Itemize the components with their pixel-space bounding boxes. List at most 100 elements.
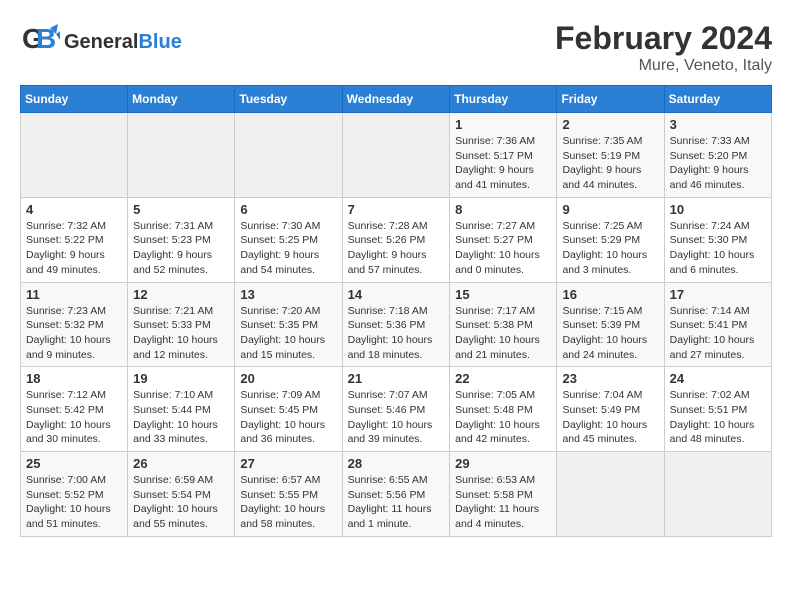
day-info: Sunrise: 7:21 AM Sunset: 5:33 PM Dayligh… bbox=[133, 304, 229, 363]
day-info: Sunrise: 7:15 AM Sunset: 5:39 PM Dayligh… bbox=[562, 304, 658, 363]
day-number: 20 bbox=[240, 371, 336, 386]
day-info: Sunrise: 7:18 AM Sunset: 5:36 PM Dayligh… bbox=[348, 304, 445, 363]
weekday-header-saturday: Saturday bbox=[664, 86, 771, 113]
day-info: Sunrise: 7:05 AM Sunset: 5:48 PM Dayligh… bbox=[455, 388, 551, 447]
day-number: 21 bbox=[348, 371, 445, 386]
calendar-cell bbox=[342, 113, 450, 198]
day-number: 6 bbox=[240, 202, 336, 217]
day-info: Sunrise: 6:55 AM Sunset: 5:56 PM Dayligh… bbox=[348, 473, 445, 532]
weekday-header-wednesday: Wednesday bbox=[342, 86, 450, 113]
day-number: 16 bbox=[562, 287, 658, 302]
day-info: Sunrise: 7:24 AM Sunset: 5:30 PM Dayligh… bbox=[670, 219, 766, 278]
calendar-cell: 11 Sunrise: 7:23 AM Sunset: 5:32 PM Dayli… bbox=[21, 282, 128, 367]
day-number: 17 bbox=[670, 287, 766, 302]
calendar-cell bbox=[235, 113, 342, 198]
weekday-header-thursday: Thursday bbox=[450, 86, 557, 113]
day-number: 27 bbox=[240, 456, 336, 471]
day-info: Sunrise: 7:17 AM Sunset: 5:38 PM Dayligh… bbox=[455, 304, 551, 363]
calendar-cell: 14 Sunrise: 7:18 AM Sunset: 5:36 PM Dayli… bbox=[342, 282, 450, 367]
calendar-cell: 18 Sunrise: 7:12 AM Sunset: 5:42 PM Dayli… bbox=[21, 367, 128, 452]
day-info: Sunrise: 7:09 AM Sunset: 5:45 PM Dayligh… bbox=[240, 388, 336, 447]
calendar-cell: 6 Sunrise: 7:30 AM Sunset: 5:25 PM Daylig… bbox=[235, 197, 342, 282]
calendar-cell: 29 Sunrise: 6:53 AM Sunset: 5:58 PM Dayli… bbox=[450, 452, 557, 537]
day-number: 1 bbox=[455, 117, 551, 132]
logo-general: General bbox=[64, 31, 138, 54]
day-number: 4 bbox=[26, 202, 122, 217]
calendar-cell: 4 Sunrise: 7:32 AM Sunset: 5:22 PM Daylig… bbox=[21, 197, 128, 282]
calendar-week-3: 11 Sunrise: 7:23 AM Sunset: 5:32 PM Dayli… bbox=[21, 282, 772, 367]
calendar-cell: 28 Sunrise: 6:55 AM Sunset: 5:56 PM Dayli… bbox=[342, 452, 450, 537]
day-number: 7 bbox=[348, 202, 445, 217]
calendar-cell bbox=[664, 452, 771, 537]
calendar-cell: 21 Sunrise: 7:07 AM Sunset: 5:46 PM Dayli… bbox=[342, 367, 450, 452]
calendar-cell: 25 Sunrise: 7:00 AM Sunset: 5:52 PM Dayli… bbox=[21, 452, 128, 537]
calendar-cell bbox=[21, 113, 128, 198]
day-number: 2 bbox=[562, 117, 658, 132]
day-number: 5 bbox=[133, 202, 229, 217]
calendar-cell: 13 Sunrise: 7:20 AM Sunset: 5:35 PM Dayli… bbox=[235, 282, 342, 367]
day-info: Sunrise: 7:32 AM Sunset: 5:22 PM Dayligh… bbox=[26, 219, 122, 278]
calendar-table: SundayMondayTuesdayWednesdayThursdayFrid… bbox=[20, 85, 772, 537]
calendar-week-5: 25 Sunrise: 7:00 AM Sunset: 5:52 PM Dayli… bbox=[21, 452, 772, 537]
day-info: Sunrise: 7:35 AM Sunset: 5:19 PM Dayligh… bbox=[562, 134, 658, 193]
month-year: February 2024 bbox=[555, 20, 772, 57]
day-number: 11 bbox=[26, 287, 122, 302]
day-info: Sunrise: 7:02 AM Sunset: 5:51 PM Dayligh… bbox=[670, 388, 766, 447]
day-info: Sunrise: 7:12 AM Sunset: 5:42 PM Dayligh… bbox=[26, 388, 122, 447]
calendar-week-4: 18 Sunrise: 7:12 AM Sunset: 5:42 PM Dayli… bbox=[21, 367, 772, 452]
day-number: 28 bbox=[348, 456, 445, 471]
calendar-cell: 2 Sunrise: 7:35 AM Sunset: 5:19 PM Daylig… bbox=[557, 113, 664, 198]
day-info: Sunrise: 6:59 AM Sunset: 5:54 PM Dayligh… bbox=[133, 473, 229, 532]
calendar-cell: 15Sunrise: 7:17 AM Sunset: 5:38 PM Dayli… bbox=[450, 282, 557, 367]
calendar-cell: 1 Sunrise: 7:36 AM Sunset: 5:17 PM Daylig… bbox=[450, 113, 557, 198]
day-number: 13 bbox=[240, 287, 336, 302]
calendar-cell: 9Sunrise: 7:25 AM Sunset: 5:29 PM Daylig… bbox=[557, 197, 664, 282]
calendar-cell: 20 Sunrise: 7:09 AM Sunset: 5:45 PM Dayli… bbox=[235, 367, 342, 452]
calendar-cell: 19Sunrise: 7:10 AM Sunset: 5:44 PM Dayli… bbox=[128, 367, 235, 452]
calendar-cell: 10Sunrise: 7:24 AM Sunset: 5:30 PM Dayli… bbox=[664, 197, 771, 282]
calendar-cell: 5 Sunrise: 7:31 AM Sunset: 5:23 PM Daylig… bbox=[128, 197, 235, 282]
day-info: Sunrise: 6:53 AM Sunset: 5:58 PM Dayligh… bbox=[455, 473, 551, 532]
day-number: 14 bbox=[348, 287, 445, 302]
day-info: Sunrise: 7:14 AM Sunset: 5:41 PM Dayligh… bbox=[670, 304, 766, 363]
day-number: 26 bbox=[133, 456, 229, 471]
day-info: Sunrise: 7:00 AM Sunset: 5:52 PM Dayligh… bbox=[26, 473, 122, 532]
day-info: Sunrise: 7:27 AM Sunset: 5:27 PM Dayligh… bbox=[455, 219, 551, 278]
calendar-week-2: 4 Sunrise: 7:32 AM Sunset: 5:22 PM Daylig… bbox=[21, 197, 772, 282]
day-info: Sunrise: 7:07 AM Sunset: 5:46 PM Dayligh… bbox=[348, 388, 445, 447]
day-info: Sunrise: 7:10 AM Sunset: 5:44 PM Dayligh… bbox=[133, 388, 229, 447]
day-number: 9 bbox=[562, 202, 658, 217]
day-number: 12 bbox=[133, 287, 229, 302]
calendar-cell: 27Sunrise: 6:57 AM Sunset: 5:55 PM Dayli… bbox=[235, 452, 342, 537]
weekday-header-row: SundayMondayTuesdayWednesdayThursdayFrid… bbox=[21, 86, 772, 113]
day-number: 25 bbox=[26, 456, 122, 471]
page-header: G B GeneralBlue February 2024 Mure, Vene… bbox=[20, 20, 772, 75]
calendar-cell: 7 Sunrise: 7:28 AM Sunset: 5:26 PM Daylig… bbox=[342, 197, 450, 282]
day-number: 23 bbox=[562, 371, 658, 386]
weekday-header-friday: Friday bbox=[557, 86, 664, 113]
calendar-week-1: 1 Sunrise: 7:36 AM Sunset: 5:17 PM Daylig… bbox=[21, 113, 772, 198]
day-info: Sunrise: 7:33 AM Sunset: 5:20 PM Dayligh… bbox=[670, 134, 766, 193]
day-info: Sunrise: 7:28 AM Sunset: 5:26 PM Dayligh… bbox=[348, 219, 445, 278]
location: Mure, Veneto, Italy bbox=[555, 57, 772, 75]
calendar-cell: 8Sunrise: 7:27 AM Sunset: 5:27 PM Daylig… bbox=[450, 197, 557, 282]
day-info: Sunrise: 7:31 AM Sunset: 5:23 PM Dayligh… bbox=[133, 219, 229, 278]
day-number: 22 bbox=[455, 371, 551, 386]
weekday-header-sunday: Sunday bbox=[21, 86, 128, 113]
day-info: Sunrise: 7:20 AM Sunset: 5:35 PM Dayligh… bbox=[240, 304, 336, 363]
logo: G B GeneralBlue bbox=[20, 20, 182, 65]
day-info: Sunrise: 7:23 AM Sunset: 5:32 PM Dayligh… bbox=[26, 304, 122, 363]
day-number: 29 bbox=[455, 456, 551, 471]
day-number: 24 bbox=[670, 371, 766, 386]
calendar-cell: 22 Sunrise: 7:05 AM Sunset: 5:48 PM Dayli… bbox=[450, 367, 557, 452]
day-info: Sunrise: 7:36 AM Sunset: 5:17 PM Dayligh… bbox=[455, 134, 551, 193]
day-info: Sunrise: 7:30 AM Sunset: 5:25 PM Dayligh… bbox=[240, 219, 336, 278]
day-number: 18 bbox=[26, 371, 122, 386]
weekday-header-tuesday: Tuesday bbox=[235, 86, 342, 113]
day-info: Sunrise: 7:04 AM Sunset: 5:49 PM Dayligh… bbox=[562, 388, 658, 447]
logo-blue: Blue bbox=[138, 31, 181, 54]
title-block: February 2024 Mure, Veneto, Italy bbox=[555, 20, 772, 75]
calendar-cell: 16 Sunrise: 7:15 AM Sunset: 5:39 PM Dayli… bbox=[557, 282, 664, 367]
logo-icon: G B bbox=[20, 20, 60, 65]
calendar-cell: 12 Sunrise: 7:21 AM Sunset: 5:33 PM Dayli… bbox=[128, 282, 235, 367]
